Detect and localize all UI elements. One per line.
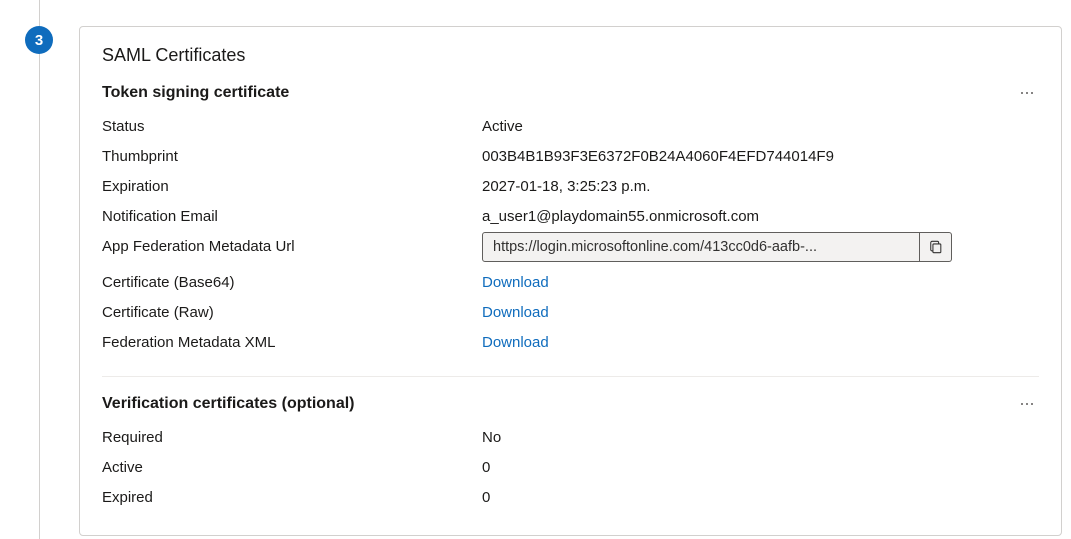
section-divider [102,376,1039,377]
active-label: Active [102,457,482,480]
saml-certificates-card: SAML Certificates Token signing certific… [79,26,1062,536]
fed-xml-label: Federation Metadata XML [102,332,482,355]
copy-url-button[interactable] [920,232,952,262]
more-icon [1021,403,1023,405]
token-signing-more-button[interactable] [1015,86,1039,100]
required-value: No [482,427,1039,450]
cert-base64-label: Certificate (Base64) [102,272,482,295]
thumbprint-label: Thumbprint [102,146,482,169]
metadata-url-label: App Federation Metadata Url [102,236,482,259]
expired-value: 0 [482,487,1039,510]
cert-raw-download-link[interactable]: Download [482,302,549,325]
fed-xml-row: Federation Metadata XML Download [102,328,1039,358]
status-label: Status [102,116,482,139]
notification-email-row: Notification Email a_user1@playdomain55.… [102,202,1039,232]
expiration-row: Expiration 2027-01-18, 3:25:23 p.m. [102,172,1039,202]
step-number: 3 [35,32,43,49]
more-icon [1021,92,1023,94]
token-signing-header: Token signing certificate [102,84,1039,102]
expired-label: Expired [102,487,482,510]
cert-base64-row: Certificate (Base64) Download [102,268,1039,298]
verification-header: Verification certificates (optional) [102,395,1039,413]
cert-raw-row: Certificate (Raw) Download [102,298,1039,328]
status-row: Status Active [102,112,1039,142]
more-icon [1031,403,1033,405]
metadata-url-field-wrap [482,232,952,262]
more-icon [1026,403,1028,405]
cert-base64-download-link[interactable]: Download [482,272,549,295]
expiration-value: 2027-01-18, 3:25:23 p.m. [482,176,1039,199]
expired-row: Expired 0 [102,483,1039,513]
metadata-url-input[interactable] [482,232,920,262]
status-value: Active [482,116,1039,139]
thumbprint-row: Thumbprint 003B4B1B93F3E6372F0B24A4060F4… [102,142,1039,172]
card-title: SAML Certificates [102,45,1039,66]
notification-email-label: Notification Email [102,206,482,229]
step-connector-line [39,0,40,539]
required-label: Required [102,427,482,450]
notification-email-value: a_user1@playdomain55.onmicrosoft.com [482,206,1039,229]
active-value: 0 [482,457,1039,480]
more-icon [1026,92,1028,94]
more-icon [1031,92,1033,94]
thumbprint-value: 003B4B1B93F3E6372F0B24A4060F4EFD744014F9 [482,146,1039,169]
step-badge: 3 [25,26,53,54]
active-row: Active 0 [102,453,1039,483]
verification-title: Verification certificates (optional) [102,395,355,413]
copy-icon [929,240,943,254]
expiration-label: Expiration [102,176,482,199]
cert-raw-label: Certificate (Raw) [102,302,482,325]
metadata-url-row: App Federation Metadata Url [102,232,1039,262]
token-signing-title: Token signing certificate [102,84,289,102]
required-row: Required No [102,423,1039,453]
fed-xml-download-link[interactable]: Download [482,332,549,355]
verification-more-button[interactable] [1015,397,1039,411]
